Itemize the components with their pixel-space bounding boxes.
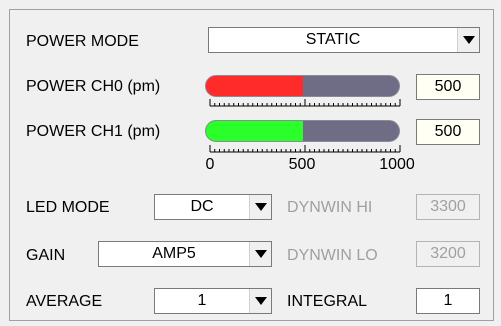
average-value: 1 — [197, 292, 207, 309]
led-mode-label: LED MODE — [26, 199, 110, 216]
integral-label: INTEGRAL — [287, 293, 368, 310]
power-ch0-scale — [209, 99, 401, 107]
chevron-down-icon[interactable] — [457, 28, 479, 52]
average-label: AVERAGE — [26, 293, 103, 310]
scale-label-500: 500 — [288, 156, 316, 173]
average-select[interactable]: 1 — [154, 288, 272, 314]
dynwin-lo-field: 3200 — [416, 241, 480, 267]
power-mode-label: POWER MODE — [26, 33, 139, 50]
power-ch1-label: POWER CH1 (pm) — [26, 123, 161, 140]
chevron-down-icon[interactable] — [249, 242, 271, 266]
gain-value: AMP5 — [152, 245, 196, 262]
power-ch1-scale — [209, 145, 401, 153]
settings-panel: POWER MODE STATIC POWER CH0 (pm) 500 POW… — [9, 9, 494, 321]
dynwin-lo-label: DYNWIN LO — [287, 247, 378, 264]
led-mode-select[interactable]: DC — [154, 194, 272, 220]
power-ch1-bar-fill — [206, 121, 303, 141]
power-mode-value: STATIC — [305, 31, 361, 48]
led-mode-value: DC — [190, 198, 214, 215]
power-ch0-bar-fill — [206, 76, 303, 96]
chevron-down-icon[interactable] — [249, 195, 271, 219]
power-ch1-bar — [205, 120, 400, 142]
scale-label-0: 0 — [205, 156, 215, 173]
power-ch1-value: 500 — [416, 119, 480, 145]
gain-select[interactable]: AMP5 — [98, 241, 272, 267]
power-ch0-value: 500 — [416, 74, 480, 100]
scale-label-1000: 1000 — [379, 156, 415, 173]
power-ch0-label: POWER CH0 (pm) — [26, 78, 161, 95]
dynwin-hi-label: DYNWIN HI — [287, 199, 373, 216]
power-mode-select[interactable]: STATIC — [208, 27, 480, 53]
power-ch0-bar — [205, 75, 400, 97]
gain-label: GAIN — [26, 247, 66, 264]
chevron-down-icon[interactable] — [249, 289, 271, 313]
integral-field[interactable]: 1 — [416, 288, 480, 314]
dynwin-hi-field: 3300 — [416, 194, 480, 220]
